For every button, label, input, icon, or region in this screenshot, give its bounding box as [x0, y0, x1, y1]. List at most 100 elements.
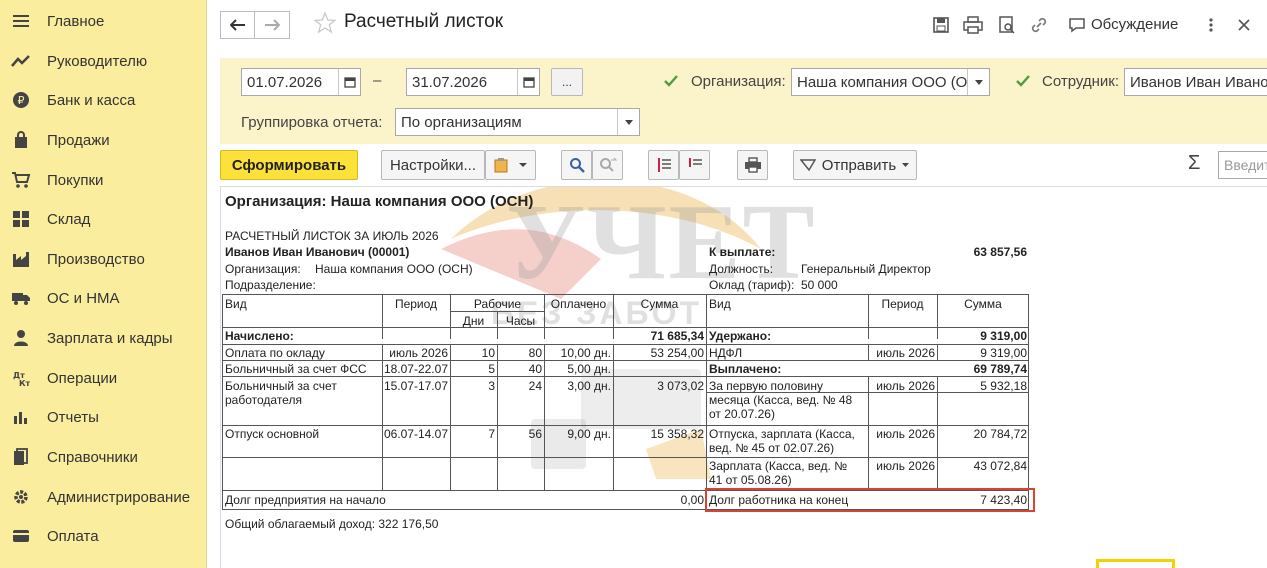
accrual-kind: Оплата по окладу [225, 346, 325, 360]
title-bar: Расчетный листок Обсуждение [208, 0, 1267, 50]
sidebar-item-warehouse[interactable]: Склад [0, 200, 206, 238]
dropdown-button[interactable] [967, 69, 989, 95]
sidebar-item-label: Операции [47, 369, 118, 387]
sum-input[interactable]: Введит... [1218, 151, 1267, 179]
payout-kind-cont: месяца (Касса, вед. № 48 [709, 393, 853, 407]
dept-label: Подразделение: [225, 278, 316, 292]
report-sheet-title: РАСЧЕТНЫЙ ЛИСТОК ЗА ИЮЛЬ 2026 [225, 229, 439, 243]
employee-checkbox[interactable] [1014, 72, 1032, 90]
forward-button[interactable] [255, 11, 290, 39]
accrual-kind-cont: работодателя [225, 393, 302, 407]
shopping-bag-icon [11, 130, 31, 150]
salary-value: 50 000 [801, 278, 838, 292]
sidebar-item-label: Администрирование [47, 488, 191, 506]
find-next-button[interactable] [592, 150, 623, 180]
employee-select[interactable]: Иванов Иван Иванови [1124, 68, 1267, 96]
date-to-field[interactable]: 31.07.2026 [406, 68, 540, 96]
sidebar-item-main[interactable]: Главное [0, 2, 206, 40]
sidebar-item-production[interactable]: Производство [0, 240, 206, 278]
sidebar-item-manager[interactable]: Руководителю [0, 42, 206, 80]
dt-kt-icon: Дт Кт [11, 368, 31, 388]
filter-panel: 01.07.2026 – 31.07.2026 ... Организация:… [220, 58, 1267, 144]
grouping-select[interactable]: По организациям [395, 108, 640, 136]
org-label: Организация: [691, 73, 786, 90]
favorite-star-icon[interactable] [313, 11, 337, 34]
col-header-hours: Часы [505, 314, 536, 328]
org-checkbox[interactable] [662, 72, 680, 90]
accrual-kind: Больничный за счет ФСС [225, 362, 367, 376]
payout-period: июль 2026 [876, 427, 935, 441]
sidebar-item-bank[interactable]: ₽ Банк и касса [0, 81, 206, 119]
print-icon[interactable] [962, 14, 984, 36]
generate-button[interactable]: Сформировать [220, 150, 358, 180]
more-vertical-icon[interactable] [1200, 14, 1222, 36]
sum-input-placeholder: Введит... [1224, 157, 1267, 173]
sum-sigma-icon[interactable]: Σ [1188, 152, 1200, 175]
sidebar-item-catalogs[interactable]: Справочники [0, 438, 206, 476]
payout-sum: 5 932,18 [980, 379, 1027, 393]
accrual-period: 18.07-22.07 [383, 362, 448, 376]
save-icon[interactable] [930, 14, 952, 36]
sidebar-item-admin[interactable]: Администрирование [0, 478, 206, 516]
report-variant-icon [494, 158, 507, 173]
collapse-icon [688, 158, 702, 167]
link-icon[interactable] [1028, 14, 1050, 36]
payout-kind-cont: вед. № 45 от 02.07.26) [709, 441, 835, 455]
checkmark-icon [1016, 75, 1030, 87]
date-range-dash: – [373, 72, 382, 89]
settings-button[interactable]: Настройки... [381, 150, 485, 180]
org-select[interactable]: Наша компания ООО (ОС [791, 68, 990, 96]
print-icon [744, 157, 761, 173]
accrual-paid: 3,00 дн. [567, 379, 611, 393]
svg-text:Кт: Кт [19, 379, 30, 387]
accrual-paid: 10,00 дн. [560, 346, 611, 360]
accrual-paid: 5,00 дн. [567, 362, 611, 376]
to-pay-value: 63 857,56 [973, 245, 1027, 259]
sidebar: Главное Руководителю ₽ Банк и касса Прод… [0, 0, 207, 568]
accrual-period: 06.07-14.07 [383, 427, 448, 441]
page-title: Расчетный листок [344, 11, 504, 32]
preview-icon[interactable] [996, 14, 1018, 36]
discussion-link[interactable]: Обсуждение [1091, 16, 1178, 33]
accrual-paid: 9,00 дн. [567, 427, 611, 441]
chevron-down-icon [902, 163, 910, 167]
payout-kind: За первую половину [709, 379, 823, 393]
send-button[interactable]: Отправить [793, 150, 917, 180]
org-label: Организация: [225, 262, 301, 276]
sidebar-item-purchases[interactable]: Покупки [0, 161, 206, 199]
payout-period: июль 2026 [876, 459, 935, 473]
sidebar-item-label: Покупки [47, 171, 104, 189]
discussion-icon[interactable] [1066, 14, 1088, 36]
checkmark-icon [664, 75, 678, 87]
dropdown-button[interactable] [617, 109, 639, 135]
close-icon[interactable] [1233, 14, 1255, 36]
period-select-button[interactable]: ... [551, 68, 583, 96]
sidebar-item-sales[interactable]: Продажи [0, 121, 206, 159]
col-header-work: Рабочие [473, 297, 522, 311]
collapse-groups-button[interactable] [679, 150, 710, 180]
accrual-hours: 80 [528, 346, 542, 360]
right-header-kind: Вид [709, 297, 731, 311]
sidebar-item-payment[interactable]: Оплата [0, 517, 206, 555]
accrual-days: 3 [488, 379, 495, 393]
date-from-field[interactable]: 01.07.2026 [241, 68, 361, 96]
debt-end-highlight [705, 488, 1035, 512]
sidebar-item-reports[interactable]: Отчеты [0, 398, 206, 436]
calendar-button[interactable] [338, 69, 360, 95]
col-header-kind: Вид [225, 297, 247, 311]
taxable-income: Общий облагаемый доход: 322 176,50 [225, 517, 439, 531]
sidebar-item-label: Главное [47, 12, 105, 30]
deduction-kind: НДФЛ [709, 346, 743, 360]
truck-icon [11, 288, 31, 308]
sidebar-item-operations[interactable]: Дт Кт Операции [0, 359, 206, 397]
sidebar-item-salary[interactable]: Зарплата и кадры [0, 319, 206, 357]
employee-name: Иванов Иван Иванович (00001) [225, 245, 410, 259]
variant-button[interactable] [485, 150, 536, 180]
calendar-button[interactable] [517, 69, 539, 95]
sidebar-item-assets[interactable]: ОС и НМА [0, 279, 206, 317]
print-button[interactable] [737, 150, 768, 180]
expand-groups-button[interactable] [648, 150, 679, 180]
find-button[interactable] [561, 150, 592, 180]
back-button[interactable] [220, 11, 255, 39]
date-from-value: 01.07.2026 [247, 74, 323, 91]
